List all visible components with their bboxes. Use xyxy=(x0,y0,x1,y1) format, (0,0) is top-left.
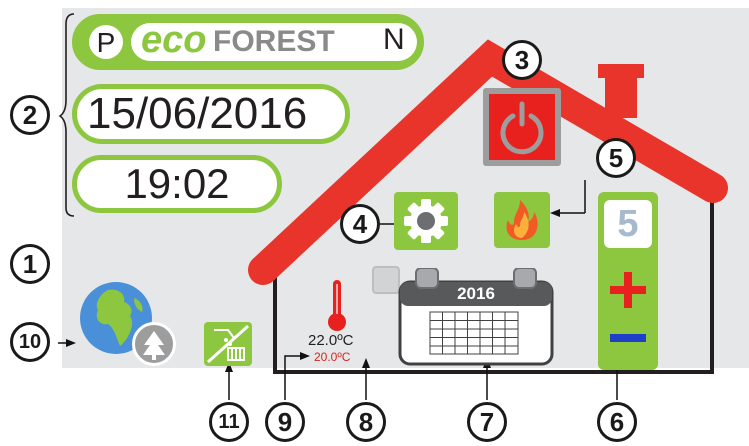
power-level-panel: 5 xyxy=(598,192,658,370)
callout-6: 6 xyxy=(597,402,637,442)
chimney-cap xyxy=(598,64,644,78)
flame-icon xyxy=(506,200,538,240)
power-button[interactable] xyxy=(483,88,561,166)
radiator-icon xyxy=(206,324,250,364)
brand-bar: P eco FOREST N xyxy=(72,14,424,70)
minus-button[interactable] xyxy=(608,332,648,344)
p-label[interactable]: P xyxy=(89,25,123,59)
date-display[interactable]: 15/06/2016 xyxy=(72,84,350,144)
hot-water-button[interactable] xyxy=(204,322,252,366)
callout-1: 1 xyxy=(10,244,50,284)
callout-3: 3 xyxy=(502,40,542,80)
callout-7: 7 xyxy=(467,402,507,442)
gear-icon xyxy=(404,199,448,243)
callout-5: 5 xyxy=(596,138,636,178)
plus-button[interactable] xyxy=(608,270,648,310)
tree-icon xyxy=(132,322,176,366)
n-label[interactable]: N xyxy=(383,23,405,57)
flame-button[interactable] xyxy=(494,192,550,248)
callout-11: 11 xyxy=(209,402,249,442)
calendar-button[interactable]: 2016 xyxy=(398,267,554,366)
thermometer-icon xyxy=(328,280,346,331)
time-display[interactable]: 19:02 xyxy=(72,155,282,213)
callout-4: 4 xyxy=(340,204,380,244)
callout-10: 10 xyxy=(10,322,50,362)
logo-prefix: eco xyxy=(141,19,207,61)
calendar-year: 2016 xyxy=(457,284,495,303)
brand-logo: eco FOREST N xyxy=(131,19,417,61)
callout-9: 9 xyxy=(265,402,305,442)
calendar-icon xyxy=(398,267,554,366)
setpoint-temperature[interactable]: 20.0ºC xyxy=(314,350,350,364)
power-level-value: 5 xyxy=(604,200,652,248)
current-temperature: 22.0ºC xyxy=(308,332,354,349)
callout-8: 8 xyxy=(346,402,386,442)
callout-2: 2 xyxy=(10,95,50,135)
power-icon xyxy=(500,101,544,155)
settings-button[interactable] xyxy=(394,192,458,250)
logo-suffix: FOREST xyxy=(213,25,335,58)
mode-square[interactable] xyxy=(372,266,400,294)
